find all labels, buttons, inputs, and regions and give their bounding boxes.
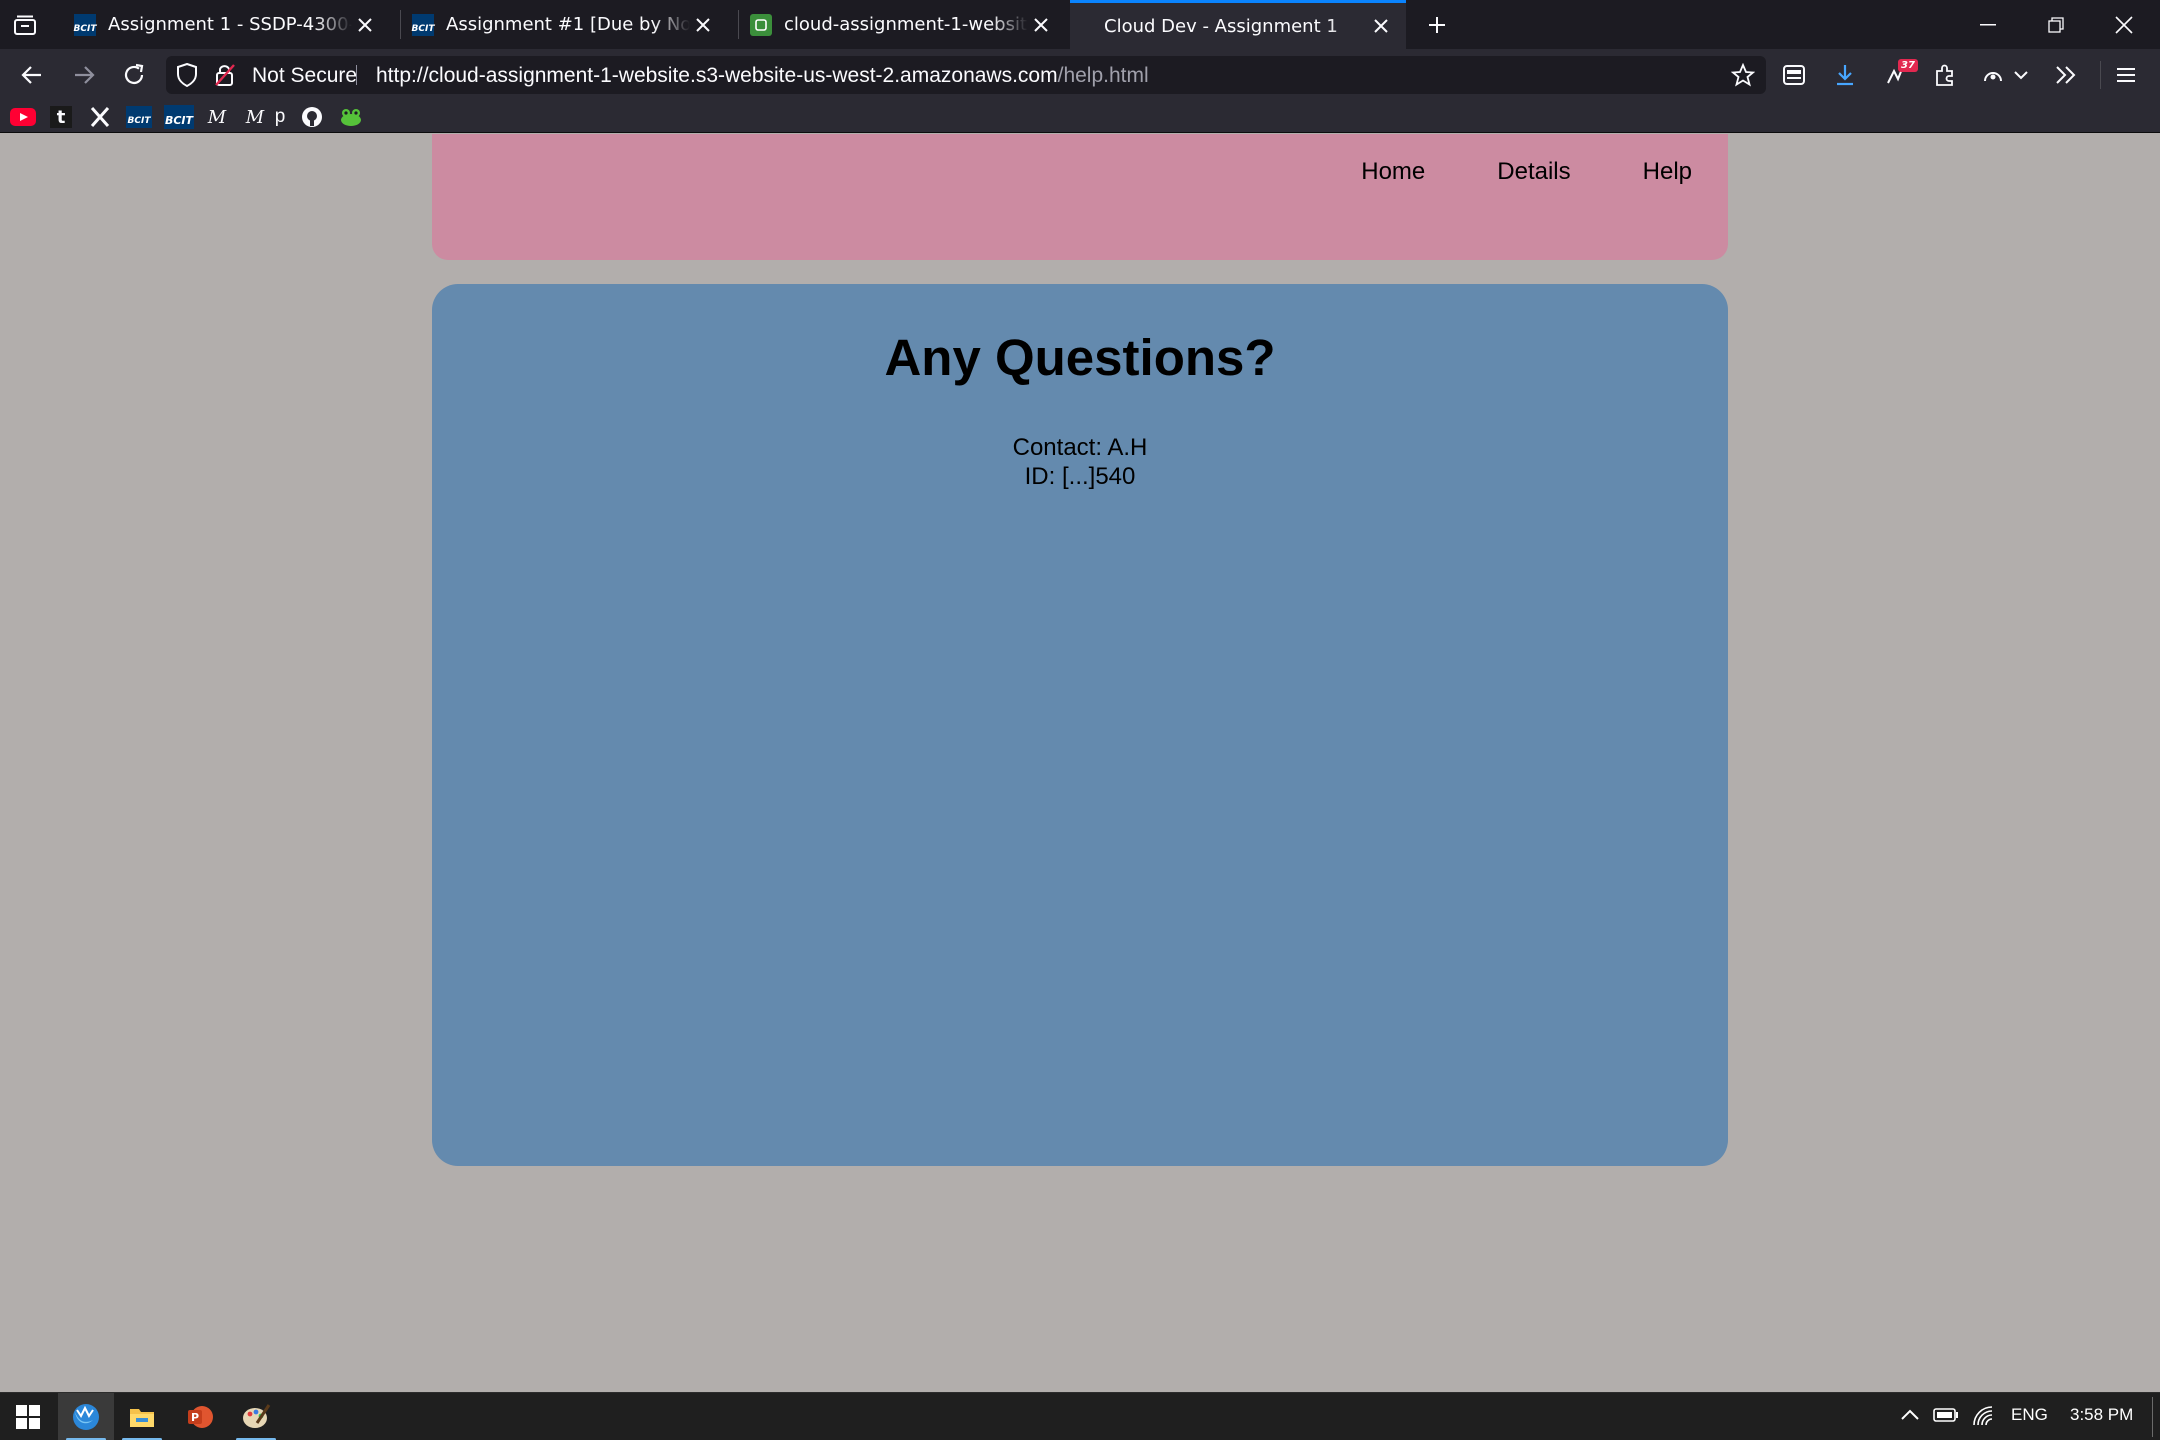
url-path: /help.html bbox=[1057, 64, 1149, 87]
battery-icon[interactable] bbox=[1933, 1407, 1959, 1428]
close-icon[interactable] bbox=[1028, 12, 1054, 38]
bookmark-star-icon[interactable] bbox=[1730, 62, 1756, 88]
hamburger-menu-icon[interactable] bbox=[2108, 57, 2144, 93]
taskbar: P ENG 3:58 PM bbox=[0, 1392, 2160, 1440]
tab-assignment-ssdp[interactable]: BCIT Assignment 1 - SSDP-4300-0 - ... bbox=[56, 0, 390, 49]
network-icon[interactable] bbox=[1972, 1405, 1994, 1432]
site-nav: Home Details Help bbox=[1361, 158, 1692, 186]
tab-cloud-dev[interactable]: Cloud Dev - Assignment 1 bbox=[1070, 0, 1406, 49]
start-button[interactable] bbox=[0, 1393, 56, 1440]
taskbar-paint-app[interactable] bbox=[228, 1393, 284, 1440]
bookmarks-toolbar: t BCIT BCIT M M p bbox=[0, 100, 2160, 133]
back-button[interactable] bbox=[14, 57, 50, 93]
medium-icon[interactable]: M bbox=[206, 105, 228, 129]
address-bar[interactable]: Not Secure http://cloud-assignment-1-web… bbox=[166, 56, 1766, 94]
clock[interactable]: 3:58 PM bbox=[2070, 1405, 2133, 1425]
new-tab-button[interactable] bbox=[1422, 10, 1452, 40]
nav-help-link[interactable]: Help bbox=[1643, 158, 1692, 186]
nav-home-link[interactable]: Home bbox=[1361, 158, 1425, 186]
reload-button[interactable] bbox=[116, 57, 152, 93]
tab-title: Assignment 1 - SSDP-4300-0 - ... bbox=[108, 14, 352, 35]
tumblr-icon[interactable]: t bbox=[50, 105, 72, 129]
minimize-button[interactable] bbox=[1954, 0, 2022, 49]
id-line: ID: [...]540 bbox=[1024, 463, 1136, 490]
bcit-icon: BCIT bbox=[164, 105, 194, 129]
frog-icon[interactable] bbox=[338, 105, 364, 129]
bcit-icon: BCIT bbox=[412, 13, 434, 36]
tab-strip: BCIT Assignment 1 - SSDP-4300-0 - ... BC… bbox=[0, 0, 2160, 49]
overflow-chevrons-icon[interactable] bbox=[2048, 57, 2084, 93]
toolbar-divider bbox=[2100, 61, 2101, 89]
tab-s3-bucket[interactable]: cloud-assignment-1-website - S3 ... bbox=[732, 0, 1066, 49]
contact-line: Contact: A.H bbox=[1012, 434, 1148, 461]
show-desktop-button[interactable] bbox=[2152, 1397, 2153, 1437]
tab-list-icon[interactable] bbox=[10, 10, 40, 40]
download-icon[interactable] bbox=[1827, 57, 1863, 93]
bcit-icon: BCIT bbox=[126, 106, 152, 128]
bcit-bookmark-1[interactable]: BCIT bbox=[126, 105, 152, 129]
chevron-down-icon[interactable] bbox=[2009, 57, 2033, 93]
bookmark-p[interactable]: p bbox=[272, 105, 288, 129]
reader-view-icon[interactable] bbox=[1776, 57, 1812, 93]
close-icon[interactable] bbox=[352, 12, 378, 38]
medium-label: M bbox=[207, 106, 227, 128]
close-icon[interactable] bbox=[690, 12, 716, 38]
medium-icon[interactable]: M bbox=[244, 105, 266, 129]
bcit-icon: BCIT bbox=[74, 13, 96, 36]
main-content: Any Questions? Contact: A.H ID: [...]540 bbox=[432, 284, 1728, 1166]
tab-assignment-due[interactable]: BCIT Assignment #1 [Due by Noon on ... bbox=[394, 0, 728, 49]
language-indicator[interactable]: ENG bbox=[2011, 1405, 2048, 1425]
profile-sync-icon[interactable] bbox=[1975, 57, 2011, 93]
taskbar-powerpoint[interactable]: P bbox=[172, 1393, 228, 1440]
insecure-lock-icon[interactable] bbox=[212, 62, 238, 88]
bookmark-p-label: p bbox=[274, 106, 286, 127]
contact-info: Contact: A.H ID: [...]540 bbox=[432, 433, 1728, 491]
url-divider bbox=[356, 65, 357, 85]
extensions-puzzle-icon[interactable] bbox=[1927, 57, 1963, 93]
shield-icon[interactable] bbox=[174, 62, 200, 88]
site-header: Home Details Help bbox=[432, 134, 1728, 260]
taskbar-file-explorer[interactable] bbox=[114, 1393, 170, 1440]
security-label[interactable]: Not Secure bbox=[252, 64, 357, 88]
extension-badge-icon[interactable]: 37 bbox=[1878, 57, 1918, 93]
x-icon[interactable] bbox=[88, 105, 112, 129]
github-icon[interactable] bbox=[300, 105, 324, 129]
medium-label: M bbox=[245, 106, 265, 128]
tray-chevron-up-icon[interactable] bbox=[1900, 1407, 1920, 1427]
taskbar-firefox-app[interactable] bbox=[58, 1393, 114, 1440]
url-host: http://cloud-assignment-1-website.s3-web… bbox=[376, 64, 1058, 87]
close-icon[interactable] bbox=[1368, 13, 1394, 39]
youtube-icon[interactable] bbox=[10, 105, 36, 129]
tumblr-label: t bbox=[50, 106, 72, 128]
close-window-button[interactable] bbox=[2090, 0, 2158, 49]
forward-button[interactable] bbox=[66, 57, 102, 93]
s3-bucket-icon bbox=[750, 13, 772, 36]
nav-toolbar: Not Secure http://cloud-assignment-1-web… bbox=[0, 49, 2160, 100]
svg-text:P: P bbox=[191, 1411, 199, 1424]
tab-title: Assignment #1 [Due by Noon on ... bbox=[446, 14, 690, 35]
page-viewport: Home Details Help Any Questions? Contact… bbox=[0, 134, 2160, 1392]
page-heading: Any Questions? bbox=[884, 329, 1276, 386]
tab-title: Cloud Dev - Assignment 1 bbox=[1104, 15, 1338, 37]
tab-title: cloud-assignment-1-website - S3 ... bbox=[784, 14, 1028, 35]
url-text[interactable]: http://cloud-assignment-1-website.s3-web… bbox=[376, 64, 1149, 88]
extension-badge: 37 bbox=[1898, 59, 1918, 72]
restore-button[interactable] bbox=[2022, 0, 2090, 49]
nav-details-link[interactable]: Details bbox=[1497, 158, 1570, 186]
bcit-bookmark-2[interactable]: BCIT bbox=[164, 105, 194, 129]
